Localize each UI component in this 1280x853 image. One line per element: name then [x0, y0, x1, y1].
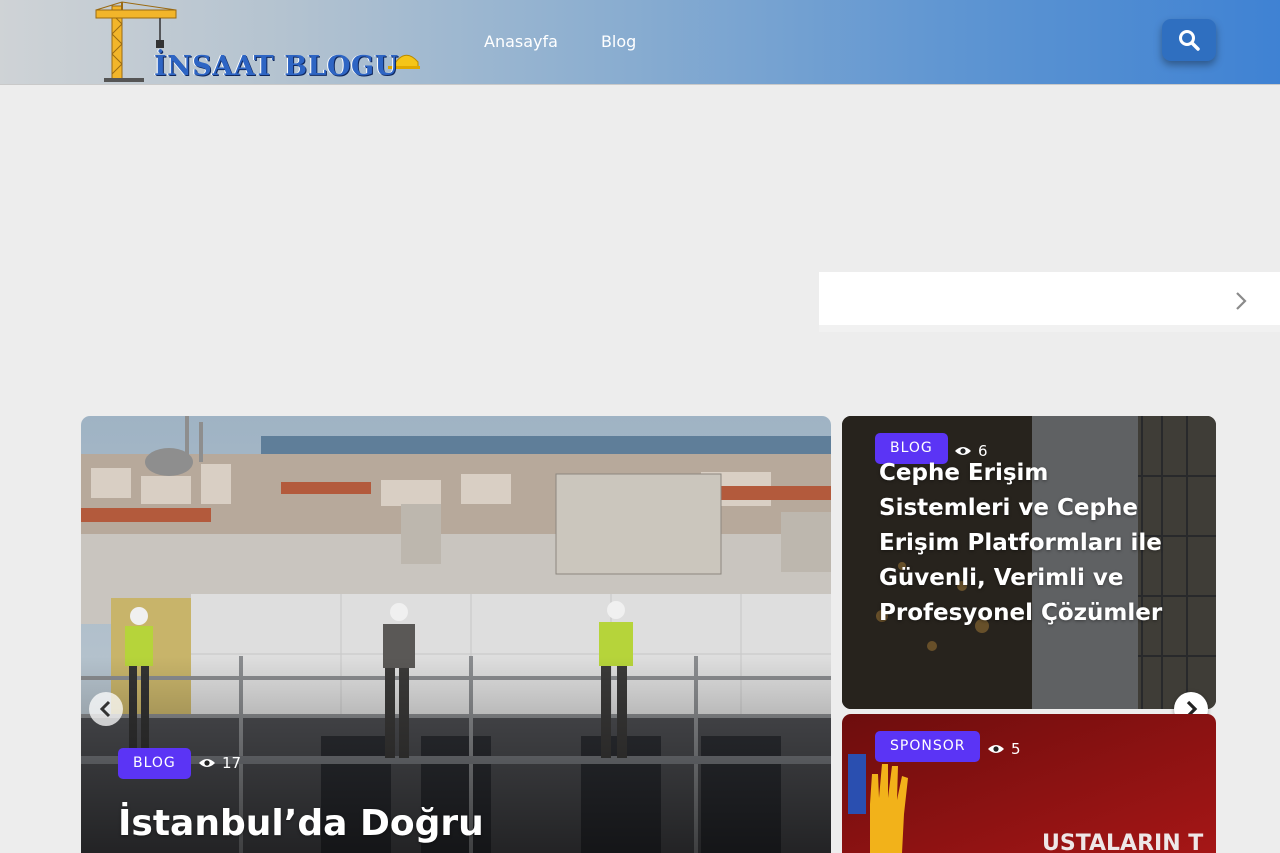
- slider-prev-button[interactable]: [89, 692, 123, 726]
- chevron-right-icon[interactable]: [1234, 290, 1248, 312]
- nav-item-blog[interactable]: Blog: [601, 30, 636, 54]
- featured-post-side[interactable]: BLOG 6 Cephe Erişim Sistemleri ve Cephe …: [842, 416, 1216, 709]
- search-icon: [1179, 30, 1200, 51]
- ad-image-text: USTALARIN T: [1042, 831, 1204, 853]
- site-logo[interactable]: İNSAAT BLOGU: [92, 0, 422, 84]
- post-title[interactable]: Cephe Erişim Sistemleri ve Cephe Erişim …: [879, 456, 1179, 631]
- featured-post-side[interactable]: USTALARIN T SPONSOR 5: [842, 714, 1216, 853]
- main-nav: Anasayfa Blog: [484, 30, 636, 54]
- site-header: İNSAAT BLOGU Anasayfa Blog: [0, 0, 1280, 85]
- chevron-left-icon: [99, 700, 111, 718]
- ad-strip: [819, 272, 1280, 332]
- featured-post-main[interactable]: BLOG 17 İstanbul’da Doğru: [81, 416, 831, 853]
- view-count: 17: [198, 754, 241, 772]
- nav-item-anasayfa[interactable]: Anasayfa: [484, 30, 558, 54]
- eye-icon: [988, 745, 1004, 753]
- view-count-value: 17: [222, 754, 242, 772]
- view-count: 5: [987, 740, 1021, 758]
- post-title[interactable]: İstanbul’da Doğru: [118, 802, 778, 846]
- logo-text: İNSAAT BLOGU: [154, 51, 399, 82]
- eye-icon: [199, 759, 215, 767]
- search-button[interactable]: [1162, 19, 1216, 61]
- category-badge[interactable]: BLOG: [118, 748, 191, 779]
- category-badge[interactable]: SPONSOR: [875, 731, 981, 762]
- view-count-value: 5: [1011, 740, 1021, 758]
- featured-image: [81, 416, 831, 853]
